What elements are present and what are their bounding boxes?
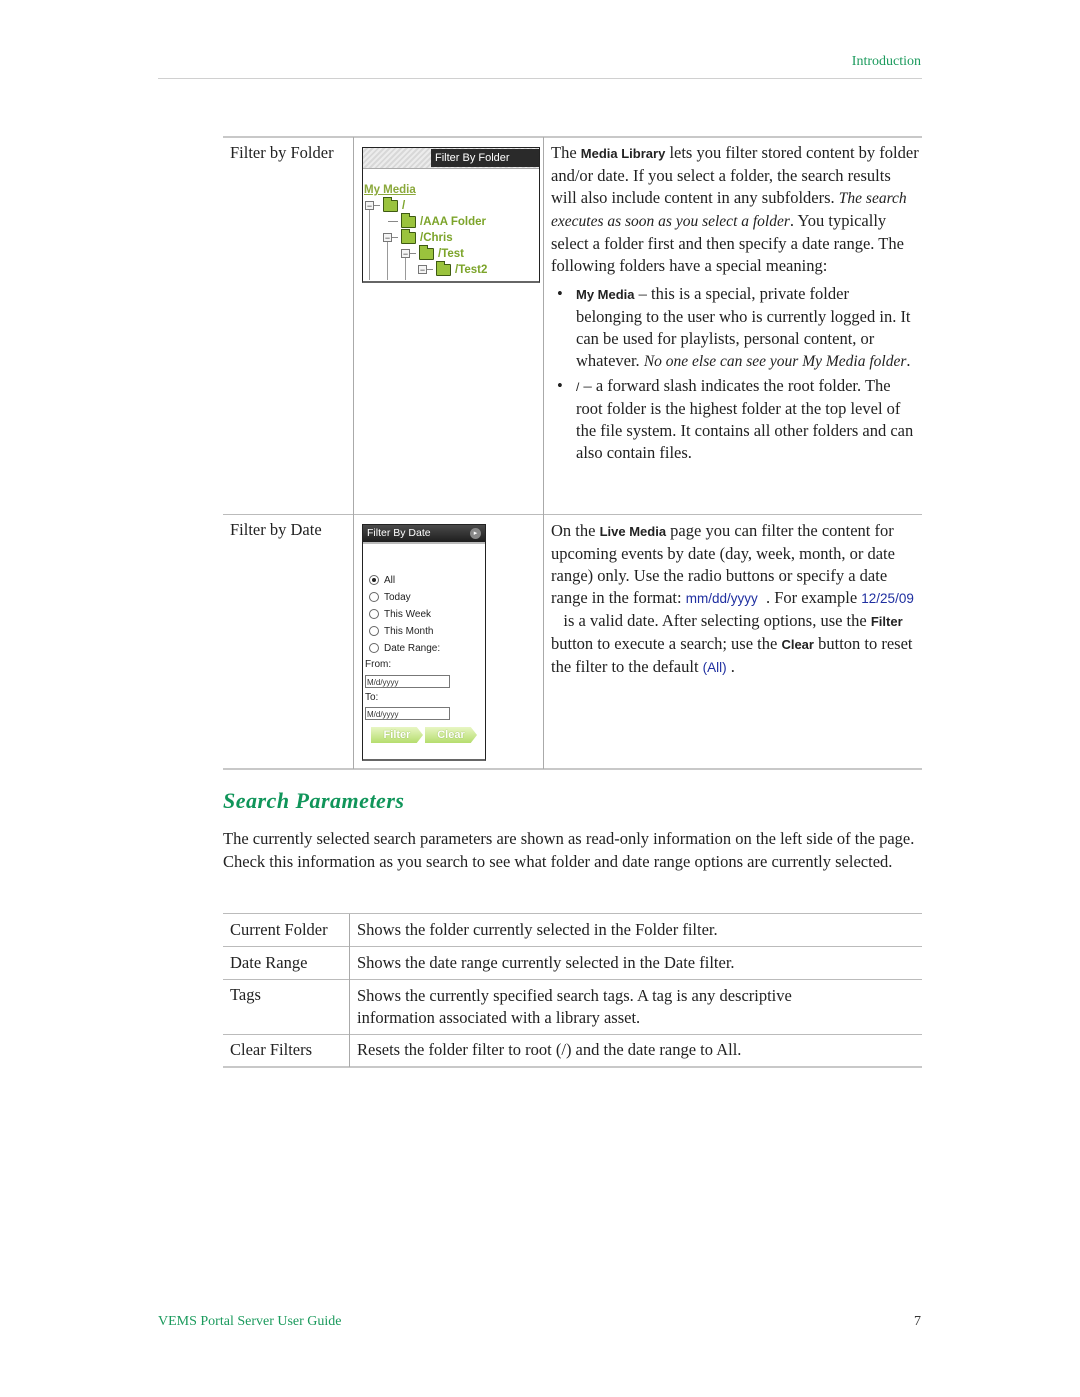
page-number: 7 <box>914 1314 921 1329</box>
params-row-rule <box>223 1034 922 1035</box>
param-term: Date Range <box>230 953 308 972</box>
param-description: Shows the currently specified search tag… <box>357 986 792 1027</box>
tree-node-label[interactable]: /Chris <box>420 232 453 244</box>
radio-this-month[interactable]: This Month <box>369 625 433 639</box>
filter-by-date-description: On the Live Media page you can filter th… <box>551 521 914 676</box>
radio-button-selected[interactable] <box>369 575 379 586</box>
folder-widget-header: Filter By Folder <box>363 148 539 169</box>
collapse-icon[interactable]: − <box>365 201 374 211</box>
header-rule <box>158 78 922 79</box>
collapse-icon[interactable]: − <box>401 249 410 259</box>
clear-button[interactable]: Clear <box>425 727 477 743</box>
radio-button[interactable] <box>369 626 379 637</box>
tree-node-test2[interactable]: − /Test2 <box>418 260 487 278</box>
section-paragraph: The currently selected search parameters… <box>223 829 915 871</box>
bullet-icon: • <box>557 284 563 303</box>
tree-node-label[interactable]: /AAA Folder <box>420 216 486 228</box>
ui-term: Clear <box>781 637 814 652</box>
folder-icon <box>401 228 416 244</box>
folder-icon <box>383 196 398 212</box>
date-widget-header: Filter By Date ▸ <box>363 525 485 544</box>
description-paragraph: The Media Library lets you filter stored… <box>551 143 919 275</box>
default-value: (All) <box>702 660 727 675</box>
param-term: Clear Filters <box>230 1040 313 1059</box>
list-item: • / – a forward slash indicates the root … <box>557 376 914 462</box>
radio-button[interactable] <box>369 609 379 620</box>
to-label: To: <box>365 692 379 703</box>
params-table-top-rule <box>223 913 922 914</box>
params-row-rule <box>223 979 922 980</box>
tree-line <box>387 240 388 280</box>
tree-node-aaa-folder[interactable]: /AAA Folder <box>388 212 486 230</box>
date-widget-title: Filter By Date <box>367 527 431 539</box>
tree-line <box>369 210 370 280</box>
filter-button[interactable]: Filter <box>371 727 423 743</box>
param-description: Shows the date range currently selected … <box>357 953 735 972</box>
folder-icon <box>419 244 434 260</box>
param-description: Resets the folder filter to root (/) and… <box>357 1040 742 1059</box>
tree-node-test[interactable]: − /Test <box>401 244 464 262</box>
footer-guide-title: VEMS Portal Server User Guide <box>158 1314 342 1329</box>
param-term: Current Folder <box>230 920 328 939</box>
filter-by-folder-description: The Media Library lets you filter stored… <box>551 142 919 466</box>
params-column-divider <box>349 914 350 1067</box>
tree-node-label[interactable]: /Test2 <box>455 264 487 276</box>
section-heading: Search Parameters <box>223 788 405 813</box>
folder-icon <box>401 212 416 228</box>
table-column-divider <box>543 137 544 769</box>
collapse-icon[interactable]: − <box>418 265 427 275</box>
table-top-rule <box>223 136 922 138</box>
tree-node-label[interactable]: /Test <box>438 248 464 260</box>
from-date-input[interactable]: M/d/yyyy <box>365 675 450 688</box>
from-label: From: <box>365 659 392 670</box>
folder-widget-title: Filter By Folder <box>431 149 539 167</box>
params-table-bottom-rule <box>223 1066 922 1068</box>
table-row-rule <box>223 514 922 515</box>
param-description: Shows the folder currently selected in t… <box>357 920 718 939</box>
radio-button[interactable] <box>369 643 379 654</box>
radio-all[interactable]: All <box>369 574 395 588</box>
list-item: • My Media – this is a special, private f… <box>557 284 911 370</box>
tree-node-chris[interactable]: − /Chris <box>383 228 453 246</box>
filter-by-date-widget: Filter By Date ▸ All Today This Week Thi… <box>362 524 486 761</box>
running-header-section: Introduction <box>851 54 921 69</box>
table-bottom-rule <box>223 768 922 770</box>
to-date-input[interactable]: M/d/yyyy <box>365 707 450 720</box>
date-format-example: mm/dd/yyyy <box>685 591 758 606</box>
date-example: 12/25/09 <box>861 591 914 606</box>
table-column-divider <box>353 137 354 769</box>
bullet-icon: • <box>557 376 563 395</box>
row-label-filter-by-date: Filter by Date <box>230 520 322 539</box>
row-label-filter-by-folder: Filter by Folder <box>230 143 334 162</box>
collapse-arrow-icon[interactable]: ▸ <box>470 528 481 539</box>
param-term: Tags <box>230 985 261 1004</box>
radio-today[interactable]: Today <box>369 591 411 605</box>
ui-term: My Media <box>576 287 635 302</box>
emphasis: No one else can see your My Media folder <box>643 353 907 370</box>
special-folders-list: • My Media – this is a special, private f… <box>551 283 919 464</box>
ui-term: Media Library <box>580 146 666 161</box>
params-row-rule <box>223 946 922 947</box>
ui-term: Filter <box>870 614 903 629</box>
radio-button[interactable] <box>369 592 379 603</box>
collapse-icon[interactable]: − <box>383 233 392 243</box>
tree-node-root[interactable]: − / <box>365 196 405 214</box>
radio-date-range[interactable]: Date Range: <box>369 642 440 656</box>
ui-term: Live Media <box>599 524 667 539</box>
radio-this-week[interactable]: This Week <box>369 608 431 622</box>
folder-icon <box>436 260 451 276</box>
my-media-link[interactable]: My Media <box>364 184 416 196</box>
filter-by-folder-widget: Filter By Folder My Media − / /AAA Folder… <box>362 147 540 283</box>
tree-node-label[interactable]: / <box>402 200 405 212</box>
